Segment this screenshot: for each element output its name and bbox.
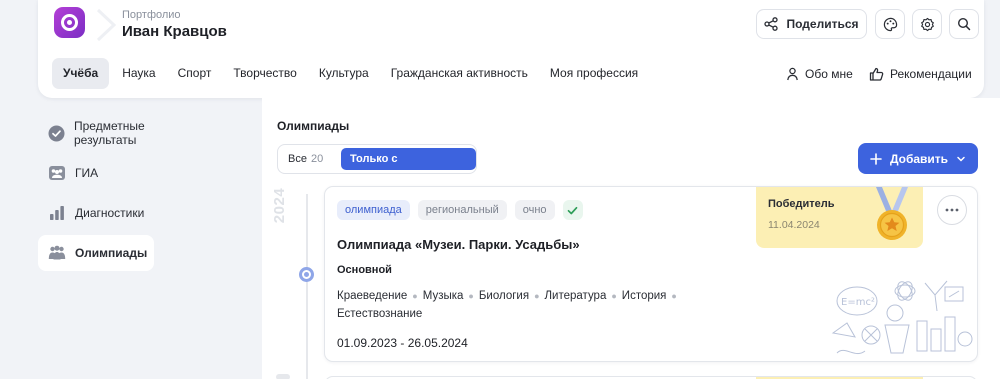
olympiad-card[interactable]: олимпиада региональный очно Олимпиада «М…	[324, 186, 978, 362]
chevron-down-icon	[957, 156, 965, 162]
subject: Музыка	[422, 290, 464, 302]
subject: Биология	[478, 290, 530, 302]
thumbs-up-icon	[869, 67, 884, 81]
users-group-icon	[48, 164, 66, 182]
timeline-dot	[299, 267, 314, 282]
recommendations-link[interactable]: Рекомендации	[869, 58, 972, 89]
timeline-line	[306, 194, 308, 379]
add-button[interactable]: Добавить	[858, 143, 978, 174]
award-badge: Победитель 11.04.2024	[756, 187, 923, 248]
check-badge-icon	[48, 124, 65, 142]
card-tags: олимпиада региональный очно	[337, 200, 583, 220]
filter-award-only-button[interactable]: Только с наградой 11	[341, 148, 476, 187]
share-button[interactable]: Поделиться	[756, 9, 867, 39]
more-options-button[interactable]	[937, 195, 967, 225]
filter-all-count: 20	[310, 153, 324, 165]
share-label: Поделиться	[786, 17, 859, 31]
filter-award-label: Только с наградой	[350, 153, 401, 187]
tag-format: очно	[514, 200, 555, 220]
tab-civic-activity[interactable]: Гражданская активность	[380, 58, 539, 89]
palette-icon	[883, 17, 897, 31]
card-title: Олимпиада «Музеи. Парки. Усадьбы»	[337, 237, 580, 252]
main-content: Олимпиады Все 20 Только с наградой 11 Доба…	[262, 98, 1000, 379]
share-icon	[764, 17, 779, 31]
bar-chart-icon	[48, 204, 66, 222]
tag-level: региональный	[417, 200, 507, 220]
logo-chevron-decoration	[96, 8, 117, 42]
svg-text:E=mc²: E=mc²	[841, 297, 875, 308]
sidebar-item-label: Предметные результаты	[74, 119, 145, 147]
recommendations-label: Рекомендации	[890, 66, 972, 81]
timeline-year-next	[276, 374, 290, 379]
filter-all-label: Все	[288, 153, 307, 165]
about-me-link[interactable]: Обо мне	[786, 58, 853, 89]
award-date: 11.04.2024	[768, 219, 820, 231]
subjects-list: Краеведение ● Музыка ● Биология ● Литература ● И…	[337, 290, 677, 320]
tab-science[interactable]: Наука	[111, 58, 166, 89]
tab-my-profession[interactable]: Моя профессия	[539, 58, 649, 89]
card-dates: 01.09.2023 - 26.05.2024	[337, 336, 468, 350]
sidebar-item-gia[interactable]: ГИА	[38, 155, 154, 191]
subject: Краеведение	[337, 290, 408, 302]
plus-icon	[870, 152, 882, 165]
timeline-year: 2024	[271, 187, 289, 224]
header: Портфолио Иван Кравцов Поделиться Учёба …	[38, 0, 984, 98]
search-button[interactable]	[949, 9, 979, 39]
sidebar-item-label: Диагностики	[75, 206, 145, 220]
sidebar-item-subject-results[interactable]: Предметные результаты	[38, 115, 154, 151]
science-doodle-illustration: E=mc²	[831, 280, 973, 355]
search-icon	[957, 17, 971, 31]
filter-all-button[interactable]: Все 20	[288, 153, 323, 165]
subject: Литература	[544, 290, 607, 302]
card-level: Основной	[337, 264, 392, 276]
settings-button[interactable]	[912, 9, 942, 39]
tab-culture[interactable]: Культура	[308, 58, 380, 89]
add-label: Добавить	[889, 151, 949, 166]
about-me-label: Обо мне	[805, 66, 853, 81]
subject: Естествознание	[337, 308, 423, 320]
tab-study[interactable]: Учёба	[52, 58, 110, 89]
settings-gear-icon	[920, 17, 934, 31]
sidebar-item-label: ГИА	[75, 166, 99, 180]
user-name: Иван Кравцов	[122, 23, 227, 40]
portfolio-label: Портфолио	[122, 9, 181, 21]
section-title: Олимпиады	[277, 119, 350, 133]
sidebar-item-label: Олимпиады	[75, 246, 148, 260]
portfolio-logo[interactable]	[53, 6, 94, 47]
tab-sport[interactable]: Спорт	[167, 58, 223, 89]
medal-icon	[876, 187, 908, 240]
theme-button[interactable]	[875, 9, 905, 39]
user-icon	[787, 67, 798, 80]
people-icon	[48, 244, 66, 262]
sidebar-item-olympiads[interactable]: Олимпиады	[38, 235, 154, 271]
sidebar-item-diagnostics[interactable]: Диагностики	[38, 195, 154, 231]
subject: История	[621, 290, 667, 302]
more-dots-icon	[945, 208, 959, 212]
tag-type: олимпиада	[337, 200, 410, 220]
verified-check-icon	[562, 200, 583, 220]
award-title: Победитель	[768, 198, 835, 210]
tab-creativity[interactable]: Творчество	[222, 58, 307, 89]
filter-toggle: Все 20 Только с наградой 11	[277, 144, 477, 187]
main-nav: Учёба Наука Спорт Творчество Культура Гр…	[52, 58, 649, 89]
